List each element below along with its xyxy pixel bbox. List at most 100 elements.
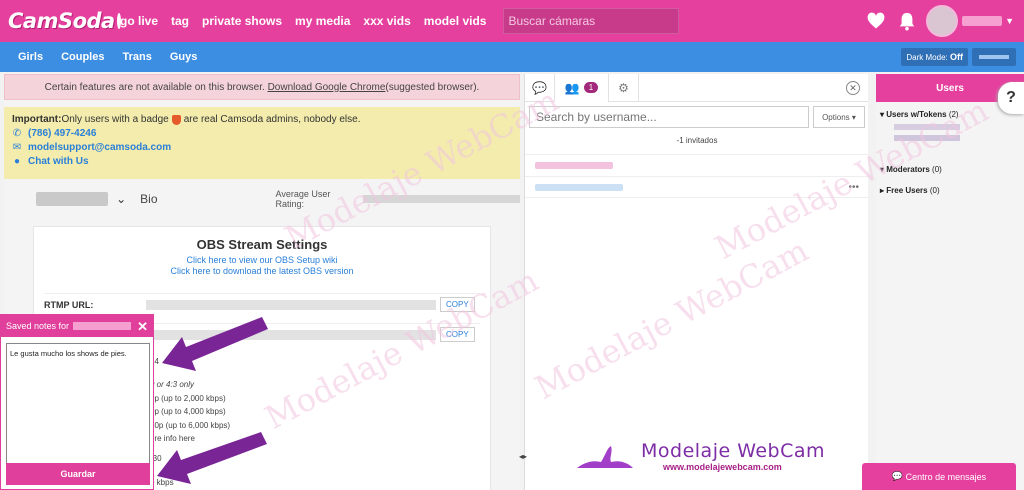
nav-private-shows[interactable]: private shows: [202, 14, 282, 28]
brand-name: Modelaje WebCam: [641, 440, 826, 462]
close-icon[interactable]: ✕: [137, 319, 148, 335]
profile-row: ⌄ Bio Average User Rating:: [4, 179, 520, 219]
group-count: (0): [932, 165, 942, 174]
category-bar: Girls Couples Trans Guys Dark Mode: Off: [0, 42, 1024, 72]
tab-chat[interactable]: 💬: [525, 73, 555, 102]
important-text-a: Only users with a badge: [61, 114, 169, 125]
nav-xxx-vids[interactable]: xxx vids: [363, 14, 410, 28]
category-girls[interactable]: Girls: [18, 51, 43, 63]
user-search-input[interactable]: [536, 110, 808, 124]
resize-handle-icon[interactable]: ◂▸: [519, 452, 527, 461]
chevron-down-icon[interactable]: ⌄: [116, 192, 126, 206]
message-center-button[interactable]: 💬 Centro de mensajes: [862, 463, 1016, 490]
stream-key-value-blurred: [146, 329, 436, 340]
chat-bubbles-icon: 💬: [891, 471, 904, 481]
avatar[interactable]: [926, 5, 959, 37]
category-couples[interactable]: Couples: [61, 51, 104, 63]
dark-mode-toggle[interactable]: Dark Mode: Off: [901, 48, 968, 66]
watermark-brand: Modelaje WebCam www.modelajewebcam.com: [575, 440, 825, 472]
chat-with-us-link[interactable]: Chat with Us: [28, 155, 89, 169]
rtmp-url-row: RTMP URL: COPY: [44, 293, 480, 315]
user-count-badge: 1: [583, 82, 599, 93]
obs-more-info-link[interactable]: ore info here: [150, 432, 195, 446]
notes-title: Saved notes for: [6, 321, 70, 331]
rating-value-blurred: [362, 195, 520, 203]
copy-rtmp-button[interactable]: COPY: [440, 297, 475, 312]
save-notes-button[interactable]: Guardar: [6, 463, 150, 485]
group-label: Free Users: [886, 186, 928, 195]
list-item[interactable]: [525, 154, 869, 176]
message-center-label: Centro de mensajes: [905, 471, 987, 482]
group-count: (0): [929, 186, 940, 195]
warning-text: Certain features are not available on th…: [44, 81, 265, 93]
chat-bubbles-icon: 💬: [532, 80, 547, 95]
copy-stream-key-button[interactable]: COPY: [440, 327, 475, 342]
obs-wiki-link[interactable]: Click here to view our OBS Setup wiki: [34, 255, 490, 265]
group-count: (2): [948, 110, 959, 119]
rtmp-url-label: RTMP URL:: [44, 299, 94, 310]
bio-tab[interactable]: Bio: [140, 192, 157, 206]
category-trans[interactable]: Trans: [122, 51, 151, 63]
username-blurred[interactable]: [962, 16, 1003, 26]
phone-link[interactable]: (786) 497-4246: [28, 127, 96, 141]
camsoda-logo[interactable]: CamSoda: [8, 5, 121, 37]
envelope-icon: ✉: [12, 142, 22, 153]
group-users-tokens[interactable]: ▾ Users w/Tokens (2): [876, 110, 1024, 119]
tab-settings[interactable]: ⚙: [609, 73, 639, 102]
close-circle-icon[interactable]: ✕: [846, 81, 860, 95]
users-panel: Users ? ▾ Users w/Tokens (2) ▾ Moderator…: [876, 74, 1024, 490]
gears-icon: ⚙: [618, 80, 629, 95]
obs-detail-5: 60p (up to 6,000 kbps): [150, 421, 231, 430]
help-icon[interactable]: ?: [998, 82, 1024, 114]
options-dropdown[interactable]: Options ▾: [813, 106, 865, 128]
group-label: Moderators: [886, 165, 930, 174]
brand-url: www.modelajewebcam.com: [663, 462, 782, 472]
dark-mode-label: Dark Mode:: [906, 53, 948, 62]
group-moderators[interactable]: ▾ Moderators (0): [876, 165, 1024, 174]
category-guys[interactable]: Guys: [170, 51, 198, 63]
heart-icon[interactable]: [866, 11, 886, 31]
main-nav: go live tag private shows my media xxx v…: [120, 14, 499, 28]
download-chrome-link[interactable]: Download Google Chrome: [268, 82, 386, 93]
important-text-b: are real Camsoda admins, nobody else.: [183, 114, 361, 125]
camera-search: [503, 8, 680, 34]
nav-model-vids[interactable]: model vids: [424, 14, 487, 28]
token-user-blurred[interactable]: [894, 135, 960, 141]
options-label: Options: [822, 112, 850, 122]
silhouette-logo: [577, 446, 633, 468]
notes-header: Saved notes for ✕: [1, 315, 153, 337]
camera-search-input[interactable]: [508, 14, 679, 28]
language-selector-blurred[interactable]: [972, 48, 1016, 66]
shield-icon: [171, 115, 181, 125]
bell-icon[interactable]: [898, 11, 916, 31]
obs-detail-4: 0p (up to 4,000 kbps): [150, 407, 226, 416]
user-name-blurred: [535, 162, 613, 169]
caret-down-icon: ▾: [851, 112, 856, 122]
browser-warning: Certain features are not available on th…: [4, 74, 520, 100]
notes-textarea[interactable]: Le gusta mucho los shows de pies.: [6, 343, 150, 473]
token-user-blurred[interactable]: [894, 124, 960, 130]
list-item[interactable]: •••: [525, 176, 869, 198]
model-name-blurred[interactable]: [36, 192, 109, 206]
caret-down-icon[interactable]: ▼: [1005, 16, 1014, 26]
warning-suffix: (suggested browser).: [385, 81, 480, 93]
nav-go-live[interactable]: go live: [120, 14, 158, 28]
obs-title: OBS Stream Settings: [196, 237, 328, 252]
user-name-blurred: [535, 183, 623, 191]
top-right-actions: ▼: [866, 5, 1014, 37]
saved-notes-popup: Saved notes for ✕ Le gusta mucho los sho…: [0, 314, 154, 490]
users-icon: 👥: [564, 80, 580, 95]
nav-my-media[interactable]: my media: [295, 14, 350, 28]
tab-users[interactable]: 👥 1: [555, 73, 609, 102]
obs-detail-2: 9 or 4:3 only: [150, 380, 195, 389]
rating-label: Average User Rating:: [275, 189, 331, 209]
obs-download-link[interactable]: Click here to download the latest OBS ve…: [34, 266, 490, 276]
user-search: [529, 106, 809, 128]
email-link[interactable]: modelsupport@camsoda.com: [28, 141, 171, 155]
more-options-icon[interactable]: •••: [848, 182, 859, 193]
nav-tag[interactable]: tag: [171, 14, 189, 28]
group-free-users[interactable]: ▸ Free Users (0): [876, 186, 1024, 195]
group-label: Users w/Tokens: [886, 110, 947, 119]
phone-icon: ✆: [12, 128, 22, 139]
top-navbar: CamSoda go live tag private shows my med…: [0, 0, 1024, 42]
